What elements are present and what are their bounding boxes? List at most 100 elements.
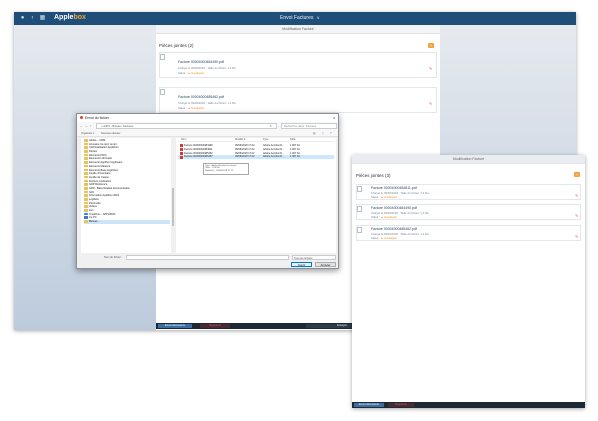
nav-bar: ← → ↑ › UniPC › Bureau › Factures ↻ Rech… — [77, 122, 338, 131]
folder-icon — [84, 201, 88, 205]
page-title[interactable]: Envoi Factures ∨ — [280, 15, 320, 21]
filename-label: Nom du fichier : — [104, 256, 123, 259]
delete-button[interactable]: Supprimer — [200, 324, 230, 328]
folder-icon — [84, 150, 88, 153]
add-attachment-button[interactable]: + — [574, 172, 580, 177]
scrollbar[interactable] — [171, 138, 174, 253]
column-type[interactable]: Type — [263, 138, 268, 142]
folder-icon — [84, 175, 88, 179]
attachment-item[interactable]: Facture 00004000484811.pdf Chargé le 09/… — [356, 184, 581, 200]
bottom-action-bar: Envoi documents Supprimer — [352, 402, 585, 408]
tree-item-label: Feuille de Caisse — [89, 175, 109, 179]
close-icon[interactable]: × — [333, 114, 335, 122]
edit-icon[interactable]: ✎ — [575, 235, 579, 239]
file-name[interactable]: Facture 00004000484490.pdf — [178, 60, 224, 64]
send-documents-button[interactable]: Envoi documents — [354, 403, 384, 407]
file-name[interactable]: Facture 00004000484811.pdf — [371, 186, 417, 190]
folder-icon — [84, 153, 88, 157]
folder-icon — [84, 164, 88, 168]
forward-icon[interactable]: → — [85, 124, 88, 128]
computer-icon — [84, 216, 88, 220]
view-icon[interactable]: ▤ — [313, 132, 315, 135]
cloud-icon — [84, 212, 88, 216]
folder-icon — [84, 161, 88, 164]
file-size: 1 907 Ko — [290, 155, 301, 159]
search-input[interactable]: Rechercher dans : Factures — [281, 123, 337, 129]
folder-icon — [84, 142, 88, 146]
dialog-titlebar: Envoi du fichier × — [77, 114, 338, 122]
pdf-icon — [180, 155, 183, 159]
app-icon — [80, 116, 83, 119]
attachment-item[interactable]: Facture 00004000484490.pdf Chargé le 09/… — [356, 204, 581, 220]
attachment-item[interactable]: Facture 00004000485462.pdf Chargé le 09/… — [356, 225, 581, 241]
file-icon — [357, 227, 362, 233]
file-icon — [160, 54, 165, 60]
help-icon[interactable]: ? — [330, 132, 331, 135]
new-folder-button[interactable]: Nouveau dossier — [101, 132, 120, 135]
back-icon[interactable]: ‹ — [29, 15, 36, 22]
send-documents-button[interactable]: Envoi documents — [158, 324, 192, 328]
folder-icon — [84, 172, 88, 175]
address-bar[interactable]: › UniPC › Bureau › Factures ↻ — [96, 123, 277, 129]
cancel-button[interactable]: Annuler — [315, 262, 336, 267]
file-icon — [357, 186, 362, 192]
file-icon — [357, 206, 362, 212]
edit-icon[interactable]: ✎ — [575, 194, 579, 198]
brand-logo: Applebox — [54, 14, 86, 21]
file-name[interactable]: Facture 00004000485462.pdf — [178, 95, 224, 99]
file-date: 09/06/2018 17:22 — [235, 155, 255, 159]
preview-pane-icon[interactable]: ▯ — [322, 132, 323, 135]
dialog-title: Envoi du fichier — [85, 116, 109, 120]
tree-item-label: Bureau — [89, 220, 98, 224]
tree-item-label: Adobe – CRM — [89, 139, 106, 142]
tree-item-label: Zen — [89, 209, 94, 213]
top-bar: ● ‹ ▦ Applebox Envoi Factures ∨ — [14, 12, 576, 25]
file-name: Facture 00004000485467 — [184, 155, 213, 159]
open-file-dialog: Envoi du fichier × ← → ↑ › UniPC › Burea… — [76, 113, 339, 269]
user-icon[interactable]: ● — [19, 15, 26, 22]
chevron-down-icon[interactable]: ∨ — [317, 15, 320, 20]
folder-icon — [84, 157, 88, 161]
file-status: Statut : ▲ A analyser — [371, 236, 398, 240]
back-icon[interactable]: ← — [80, 124, 83, 128]
delete-button[interactable]: Supprimer — [388, 403, 414, 407]
add-attachment-button[interactable]: + — [428, 43, 434, 48]
attachments-title: Pièces jointes (3) — [356, 173, 391, 178]
up-icon[interactable]: ↑ — [90, 124, 92, 128]
tree-item-label: Information Applibox 2019 — [89, 194, 119, 198]
grid-icon[interactable]: ▦ — [39, 15, 46, 22]
tree-item[interactable]: Bureau — [84, 220, 170, 224]
folder-icon — [84, 146, 88, 149]
file-meta: Chargé le 09/06/2018 · Taille du fichier… — [178, 101, 236, 105]
attachment-item[interactable]: Facture 00004000484490.pdf Chargé le 09/… — [159, 52, 437, 78]
column-name[interactable]: Nom — [181, 138, 186, 142]
file-row[interactable]: Facture 00004000485467 09/06/2018 17:22 Ad… — [178, 155, 334, 160]
edit-icon[interactable]: ✎ — [429, 67, 433, 71]
column-size[interactable]: Taille — [290, 138, 296, 142]
refresh-icon[interactable]: ↻ — [270, 125, 272, 128]
filetype-select[interactable]: Tous les fichiers ⌄ — [292, 255, 336, 260]
organize-button[interactable]: Organiser ▾ — [81, 132, 94, 135]
file-list: Nom Modifié le Type Taille Facture 00004… — [176, 138, 336, 253]
file-name[interactable]: Facture 00004000484490.pdf — [371, 206, 417, 210]
folder-icon — [84, 168, 88, 172]
edit-icon[interactable]: ✎ — [429, 102, 433, 106]
folder-icon — [84, 209, 88, 212]
open-button[interactable]: Ouvrir — [291, 262, 312, 267]
filename-input[interactable] — [126, 255, 289, 260]
file-name[interactable]: Facture 00004000485462.pdf — [371, 227, 417, 231]
tree-item-label: Elements Maisons — [89, 164, 111, 168]
tree-item-label: Cdd Réalisation Appliform — [89, 146, 119, 150]
edit-icon[interactable]: ✎ — [575, 214, 579, 218]
attachment-item[interactable]: Facture 00004000485462.pdf Chargé le 09/… — [159, 87, 437, 113]
invoice-panel: Pièces jointes (3) + Facture 00004000484… — [352, 164, 585, 408]
file-status: Statut : ▲ A analyser — [178, 106, 205, 110]
tree-item-label: Logibois — [89, 198, 99, 201]
folder-tree: Adobe – CRM Annuaire Ce tenir rempl Cdd Ré… — [81, 138, 174, 253]
column-modified[interactable]: Modifié le — [235, 138, 246, 142]
file-tooltip: Type : Adobe Acrobat Document Taille : 1… — [203, 163, 249, 175]
tree-item-label: Elements Applibon Appliware — [89, 161, 123, 165]
breadcrumb[interactable]: › UniPC › Bureau › Factures — [101, 125, 133, 128]
folder-icon — [84, 179, 88, 183]
folder-icon — [84, 186, 88, 190]
